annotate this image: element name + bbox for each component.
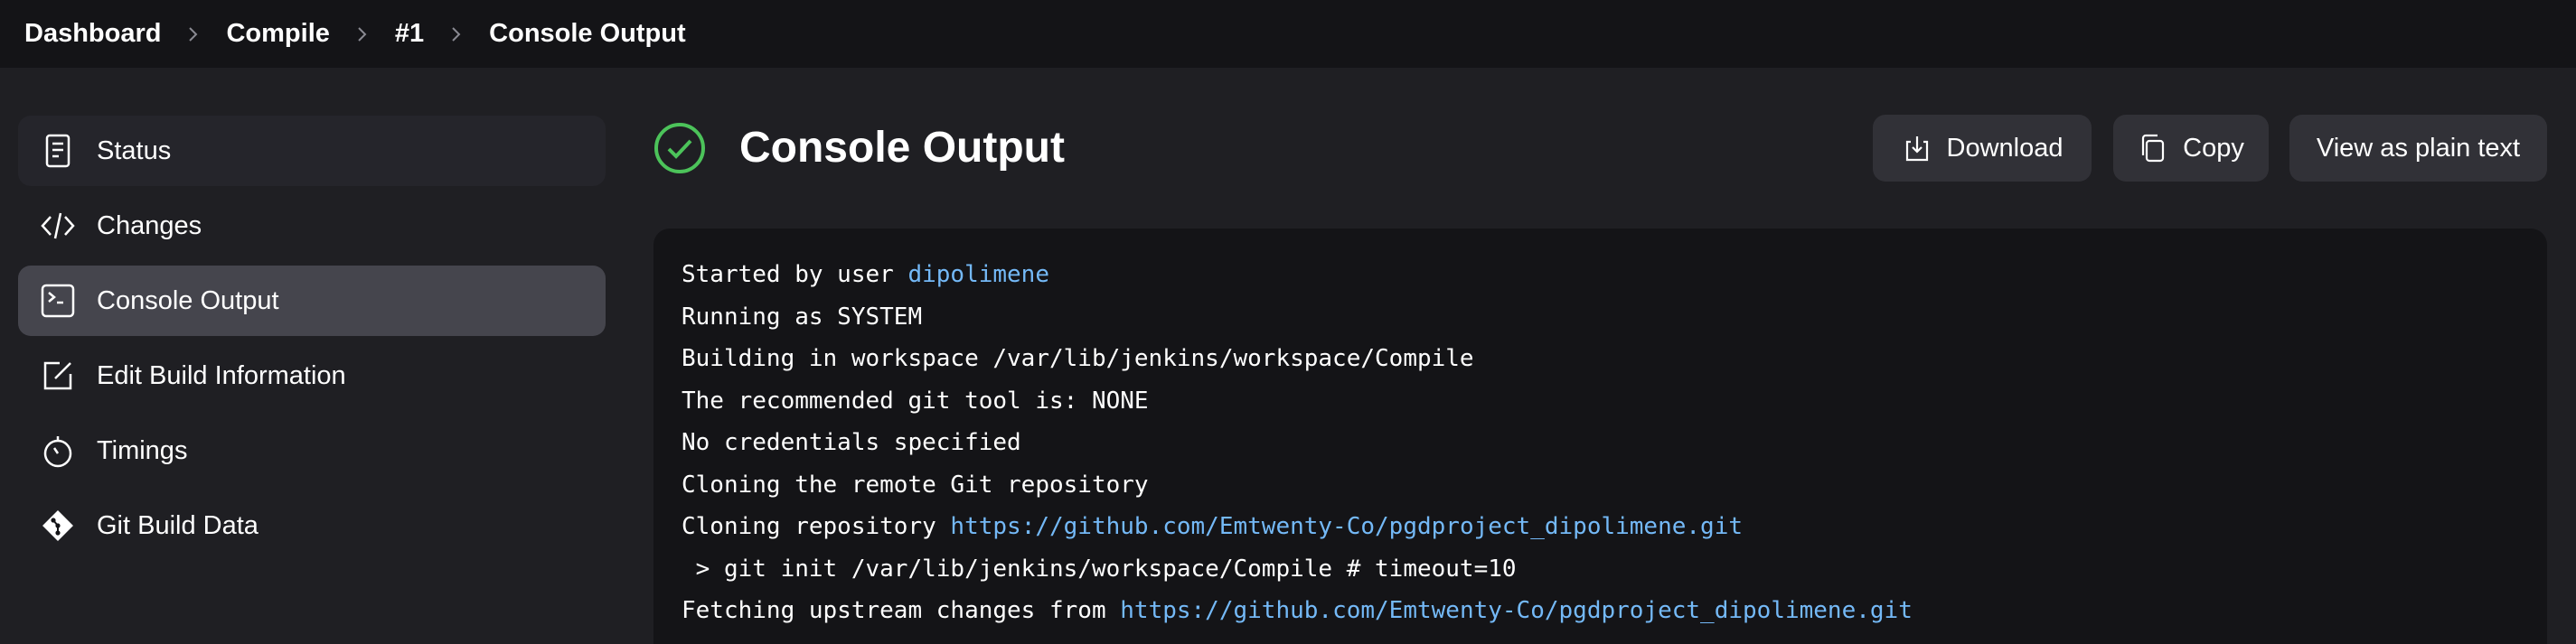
- chevron-right-icon: [330, 26, 395, 42]
- breadcrumb-compile[interactable]: Compile: [226, 19, 329, 49]
- edit-icon: [39, 357, 77, 395]
- console-line: > git init /var/lib/jenkins/workspace/Co…: [682, 555, 1517, 583]
- sidebar-item-label: Edit Build Information: [97, 360, 346, 390]
- stopwatch-icon: [39, 432, 77, 470]
- sidebar-item-git-build-data[interactable]: Git Build Data: [18, 490, 606, 561]
- copy-label: Copy: [2183, 133, 2244, 163]
- sidebar: Status Changes Console Output Edit Build…: [18, 116, 606, 565]
- console-line: Cloning repository https://github.com/Em…: [682, 513, 1744, 540]
- sidebar-item-label: Status: [97, 135, 172, 165]
- console-line: Running as SYSTEM: [682, 303, 923, 331]
- console-line: The recommended git tool is: NONE: [682, 387, 1149, 415]
- console-line: Cloning the remote Git repository: [682, 471, 1149, 499]
- sidebar-item-label: Changes: [97, 210, 202, 240]
- chevron-right-icon: [424, 26, 489, 42]
- download-icon: [1905, 136, 1928, 162]
- download-label: Download: [1946, 133, 2064, 163]
- sidebar-item-label: Git Build Data: [97, 510, 259, 540]
- success-check-icon: [653, 121, 707, 175]
- repository-link[interactable]: https://github.com/Emtwenty-Co/pgdprojec…: [950, 513, 1743, 540]
- code-icon: [39, 207, 77, 245]
- git-icon: [39, 507, 77, 545]
- console-output: Started by user dipolimene Running as SY…: [653, 229, 2547, 644]
- console-line: Building in workspace /var/lib/jenkins/w…: [682, 345, 1474, 372]
- console-line: Started by user dipolimene: [682, 261, 1049, 288]
- view-plain-text-button[interactable]: View as plain text: [2289, 115, 2547, 182]
- view-plain-text-label: View as plain text: [2316, 133, 2521, 163]
- page-title: Console Output: [739, 124, 1065, 172]
- sidebar-item-status[interactable]: Status: [18, 116, 606, 186]
- chevron-right-icon: [161, 26, 226, 42]
- breadcrumb-build[interactable]: #1: [395, 19, 424, 49]
- user-link[interactable]: dipolimene: [907, 261, 1049, 288]
- sidebar-item-label: Timings: [97, 435, 188, 465]
- copy-icon: [2142, 134, 2165, 163]
- repository-link[interactable]: https://github.com/Emtwenty-Co/pgdprojec…: [1120, 597, 1913, 624]
- breadcrumb: Dashboard Compile #1 Console Output: [0, 0, 2576, 68]
- sidebar-item-edit-build-information[interactable]: Edit Build Information: [18, 341, 606, 411]
- download-button[interactable]: Download: [1873, 115, 2092, 182]
- document-icon: [39, 132, 77, 170]
- sidebar-item-console-output[interactable]: Console Output: [18, 266, 606, 336]
- breadcrumb-console-output[interactable]: Console Output: [489, 19, 685, 49]
- breadcrumb-dashboard[interactable]: Dashboard: [24, 19, 161, 49]
- sidebar-item-label: Console Output: [97, 285, 279, 315]
- console-line: Fetching upstream changes from https://g…: [682, 597, 1913, 624]
- sidebar-item-changes[interactable]: Changes: [18, 191, 606, 261]
- copy-button[interactable]: Copy: [2113, 115, 2269, 182]
- terminal-icon: [39, 282, 77, 320]
- sidebar-item-timings[interactable]: Timings: [18, 415, 606, 486]
- console-line: No credentials specified: [682, 429, 1021, 456]
